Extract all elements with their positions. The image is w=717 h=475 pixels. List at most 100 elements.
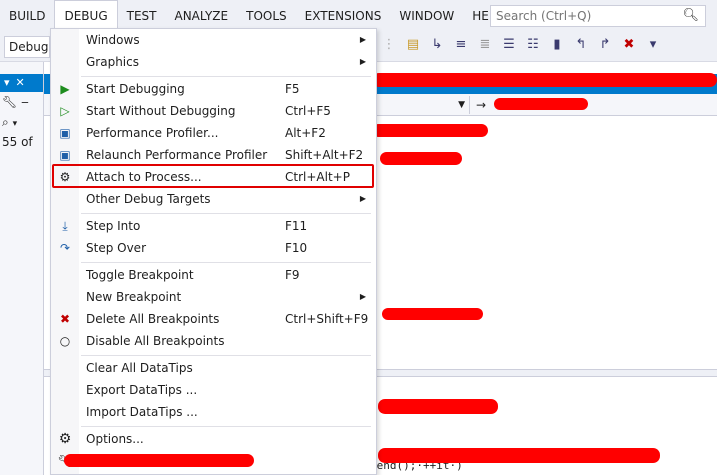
step-into-icon: ⤓ — [62, 218, 68, 233]
toolbar-overflow-icon[interactable]: ▾ — [646, 37, 660, 53]
gear-icon: ⚙ — [58, 431, 72, 447]
pane-search-icon[interactable]: ⌕ — [2, 115, 9, 129]
solution-config-dropdown[interactable]: Debug — [4, 36, 50, 58]
menu-item-shortcut: F9 — [285, 268, 300, 282]
menu-separator — [81, 213, 371, 214]
menu-item-step-over[interactable]: ↷ Step Over F10 — [51, 237, 376, 259]
menu-item-label: Relaunch Performance Profiler — [86, 148, 268, 162]
menu-item-label: Delete All Breakpoints — [86, 312, 220, 326]
redaction — [494, 98, 588, 110]
app-window: BUILD DEBUG TEST ANALYZE TOOLS EXTENSION… — [0, 0, 717, 475]
relaunch-profiler-icon: ▣ — [59, 148, 71, 162]
search-input[interactable] — [491, 6, 671, 26]
menu-item-start-debugging[interactable]: ▶ Start Debugging F5 — [51, 78, 376, 100]
play-icon: ▶ — [60, 82, 70, 96]
toolbar-icons: ⋮ ▤ ↳ ≡ ≣ ☰ ☷ ▮ ↰ ↱ ✖ ▾ — [382, 37, 660, 53]
outdent-icon[interactable]: ≣ — [478, 37, 492, 53]
solution-explorer-pane: ▾ ✕ 🔧︎ ‒ ⌕ ▾ 55 of — [0, 62, 44, 475]
disable-breakpoints-icon: ○ — [59, 334, 71, 348]
menu-item-delete-all-breakpoints[interactable]: ✖ Delete All Breakpoints Ctrl+Shift+F9 — [51, 308, 376, 330]
menu-item-label: Start Debugging — [86, 82, 185, 96]
menu-item-import-datatips[interactable]: Import DataTips ... — [51, 401, 376, 423]
folder-icon[interactable]: ▤ — [406, 37, 420, 53]
pane-close-icon[interactable]: ✕ — [16, 74, 25, 92]
debug-menu: Windows ▶ Graphics ▶ ▶ Start Debugging F… — [50, 28, 377, 475]
submenu-arrow-icon: ▶ — [359, 194, 366, 203]
profiler-icon: ▣ — [59, 126, 71, 140]
redaction — [378, 399, 498, 414]
menu-separator — [81, 76, 371, 77]
menu-item-export-datatips[interactable]: Export DataTips ... — [51, 379, 376, 401]
redaction — [372, 73, 717, 87]
pane-titlebar: ▾ ✕ — [0, 74, 43, 92]
menu-item-label: Export DataTips ... — [86, 383, 198, 397]
menu-item-shortcut: Alt+F2 — [285, 126, 326, 140]
next-bookmark-icon[interactable]: ↱ — [598, 37, 612, 53]
menu-window[interactable]: WINDOW — [390, 0, 463, 32]
menu-build[interactable]: BUILD — [0, 0, 54, 32]
prev-bookmark-icon[interactable]: ↰ — [574, 37, 588, 53]
menu-item-shortcut: Ctrl+F5 — [285, 104, 331, 118]
menu-item-shortcut: F5 — [285, 82, 300, 96]
menu-item-windows[interactable]: Windows ▶ — [51, 29, 376, 51]
clear-bookmarks-icon[interactable]: ✖ — [622, 37, 636, 53]
pin-icon[interactable]: ‒ — [21, 95, 29, 109]
scope-dropdown-arrow-icon: ▼ — [458, 100, 465, 110]
menu-item-label: Performance Profiler... — [86, 126, 219, 140]
menu-item-label: Toggle Breakpoint — [86, 268, 194, 282]
menu-item-label: Windows — [86, 33, 140, 47]
menu-item-shortcut: Shift+Alt+F2 — [285, 148, 364, 162]
menu-item-options[interactable]: ⚙ Options... — [51, 428, 376, 450]
menu-item-label: Options... — [86, 432, 144, 446]
menu-item-start-without-debugging[interactable]: ▷ Start Without Debugging Ctrl+F5 — [51, 100, 376, 122]
play-outline-icon: ▷ — [60, 104, 70, 118]
step-over-icon: ↷ — [59, 241, 71, 255]
step-icon[interactable]: ↳ — [430, 37, 444, 53]
menu-item-shortcut: Ctrl+Shift+F9 — [285, 312, 369, 326]
menu-item-shortcut: F10 — [285, 241, 308, 255]
redaction — [378, 448, 660, 463]
redaction — [380, 152, 462, 165]
scope-dropdown[interactable]: ▼ — [374, 96, 470, 114]
menu-item-relaunch-profiler[interactable]: ▣ Relaunch Performance Profiler Shift+Al… — [51, 144, 376, 166]
menu-item-performance-profiler[interactable]: ▣ Performance Profiler... Alt+F2 — [51, 122, 376, 144]
menu-item-step-into[interactable]: ⤓ Step Into F11 — [51, 215, 376, 237]
menu-separator — [81, 426, 371, 427]
indent-icon[interactable]: ≡ — [454, 37, 468, 53]
menu-item-label: Step Into — [86, 219, 141, 233]
comment-icon[interactable]: ☰ — [502, 37, 516, 53]
menu-item-label: Import DataTips ... — [86, 405, 198, 419]
menu-item-new-breakpoint[interactable]: New Breakpoint ▶ — [51, 286, 376, 308]
menu-item-toggle-breakpoint[interactable]: Toggle Breakpoint F9 — [51, 264, 376, 286]
redaction — [64, 454, 254, 467]
menu-item-clear-datatips[interactable]: Clear All DataTips — [51, 357, 376, 379]
menu-item-graphics[interactable]: Graphics ▶ — [51, 51, 376, 73]
menu-separator — [81, 355, 371, 356]
pane-count-text: 55 of — [2, 135, 33, 149]
delete-breakpoints-icon: ✖ — [59, 312, 71, 326]
menu-item-label: Graphics — [86, 55, 139, 69]
member-nav-icon: → — [476, 98, 487, 112]
pane-search-row[interactable]: ⌕ ▾ — [0, 112, 43, 132]
pane-search-dropdown-icon[interactable]: ▾ — [13, 119, 18, 129]
menu-item-label: Start Without Debugging — [86, 104, 236, 118]
menu-item-label: New Breakpoint — [86, 290, 182, 304]
pane-dropdown-icon[interactable]: ▾ — [4, 74, 10, 92]
menu-item-disable-all-breakpoints[interactable]: ○ Disable All Breakpoints — [51, 330, 376, 352]
submenu-arrow-icon: ▶ — [359, 35, 366, 44]
pane-tools-row: 🔧︎ ‒ — [0, 92, 43, 112]
redaction — [372, 124, 488, 137]
submenu-arrow-icon: ▶ — [359, 57, 366, 66]
wrench-icon[interactable]: 🔧︎ — [2, 95, 17, 109]
attach-to-process-highlight — [52, 164, 374, 188]
bookmark-icon[interactable]: ▮ — [550, 37, 564, 53]
redaction — [382, 308, 483, 320]
uncomment-icon[interactable]: ☷ — [526, 37, 540, 53]
separator-icon: ⋮ — [382, 37, 396, 52]
search-box[interactable]: 🔍︎ — [490, 5, 706, 27]
menu-item-other-debug-targets[interactable]: Other Debug Targets ▶ — [51, 188, 376, 210]
search-icon[interactable]: 🔍︎ — [682, 8, 699, 23]
menu-item-label: Disable All Breakpoints — [86, 334, 225, 348]
menu-item-shortcut: F11 — [285, 219, 308, 233]
menu-item-label: Clear All DataTips — [86, 361, 193, 375]
